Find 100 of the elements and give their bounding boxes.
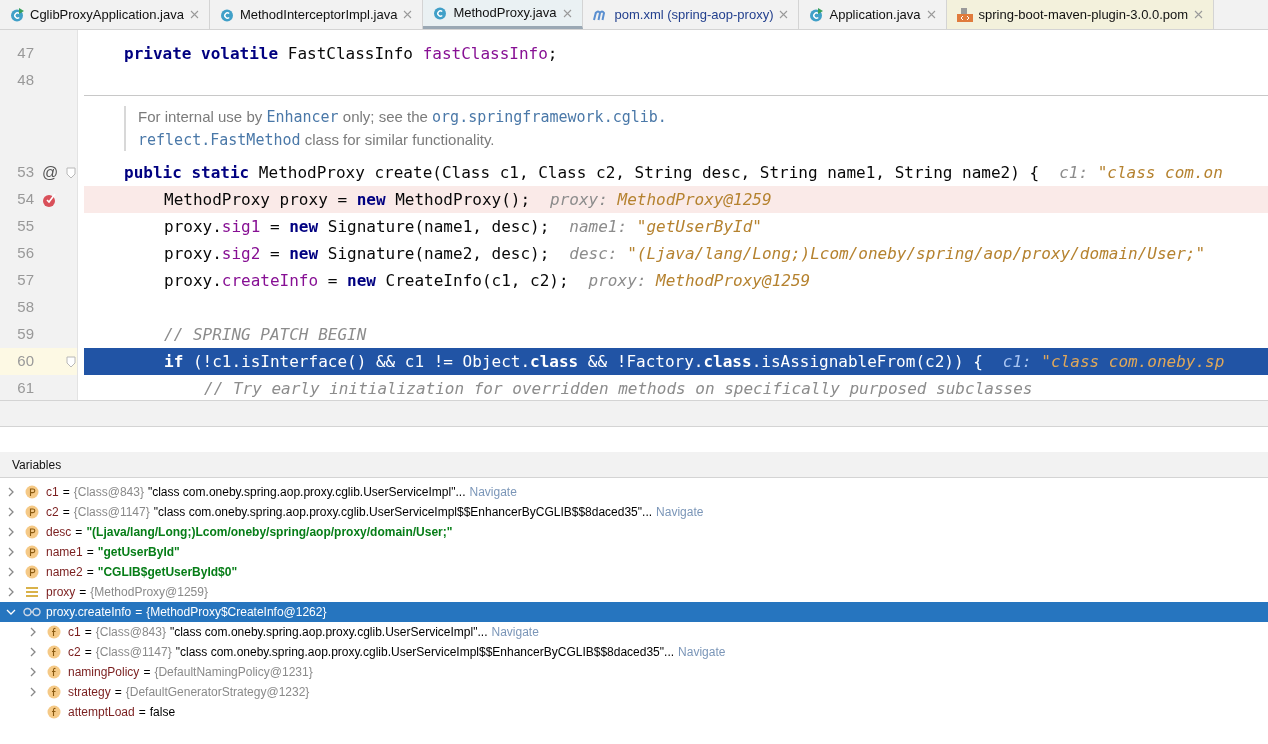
breakpoint-icon[interactable] xyxy=(42,191,58,208)
list-icon xyxy=(25,586,39,598)
equals-sign: = xyxy=(114,684,122,701)
variable-name: c2 xyxy=(46,504,59,521)
variable-name: desc xyxy=(46,524,72,541)
class-icon xyxy=(219,7,234,22)
line-number: 48 xyxy=(16,70,34,91)
line-number: 57 xyxy=(16,270,34,291)
tab-label: MethodProxy.java xyxy=(453,4,557,23)
editor-tab[interactable]: pom.xml (spring-aop-proxy) xyxy=(582,0,800,29)
glasses-icon xyxy=(23,607,41,617)
tab-label: pom.xml (spring-aop-proxy) xyxy=(614,5,774,24)
chevron-icon[interactable] xyxy=(6,527,16,537)
editor-tab[interactable]: MethodProxy.java xyxy=(423,0,583,29)
variable-value: "class com.oneby.spring.aop.proxy.cglib.UserServiceImpl"... xyxy=(169,624,488,641)
variable-name: proxy xyxy=(46,584,76,601)
doc-comment-line: For internal use by Enhancer only; see the org.springframework.cglib. xyxy=(138,107,667,128)
code-line: proxy.sig1 = new Signature(name1, desc); xyxy=(164,215,550,238)
equals-sign: = xyxy=(86,564,94,581)
editor-tab[interactable]: spring-boot-maven-plugin-3.0.0.pom xyxy=(946,0,1215,29)
variable-row[interactable]: strategy = {DefaultGeneratorStrategy@1232} xyxy=(0,682,1268,702)
doc-comment-line: reflect.FastMethod class for similar functionality. xyxy=(138,129,495,151)
editor-tab[interactable]: CglibProxyApplication.java xyxy=(0,0,210,29)
equals-sign: = xyxy=(75,524,83,541)
chevron-icon[interactable] xyxy=(6,487,16,497)
variable-row[interactable]: desc = "(Ljava/lang/Long;)Lcom/oneby/spring/aop/proxy/domain/User;" xyxy=(0,522,1268,542)
variable-row[interactable]: c1 = {Class@843} "class com.oneby.spring.aop.proxy.cglib.UserServiceImpl"... Navigate xyxy=(0,482,1268,502)
parameter-icon xyxy=(25,565,39,579)
field-icon xyxy=(47,665,61,679)
equals-sign: = xyxy=(62,484,70,501)
chevron-icon[interactable] xyxy=(6,607,16,617)
line-number: 60 xyxy=(16,351,34,372)
variable-name: namingPolicy xyxy=(68,664,140,681)
chevron-icon[interactable] xyxy=(6,547,16,557)
variable-value: "class com.oneby.spring.aop.proxy.cglib.UserServiceImpl$$EnhancerByCGLIB$$8daced35"... xyxy=(175,644,675,661)
override-marker[interactable]: @ xyxy=(41,164,59,181)
object-reference: {Class@1147} xyxy=(73,504,150,521)
parameter-icon xyxy=(25,525,39,539)
line-number: 54 xyxy=(16,189,34,210)
code-line: // SPRING PATCH BEGIN xyxy=(164,323,367,346)
field-icon xyxy=(47,625,61,639)
variable-value: "class com.oneby.spring.aop.proxy.cglib.UserServiceImpl$$EnhancerByCGLIB$$8daced35"... xyxy=(153,504,653,521)
variable-name: proxy.createInfo xyxy=(46,604,132,621)
chevron-icon[interactable] xyxy=(28,647,38,657)
equals-sign: = xyxy=(86,544,94,561)
inline-value-hint: desc: "(Ljava/lang/Long;)Lcom/oneby/spring/aop/proxy/domain/User;" xyxy=(569,242,1206,265)
line-number: 56 xyxy=(16,243,34,264)
variable-row[interactable]: name2 = "CGLIB$getUserById$0" xyxy=(0,562,1268,582)
equals-sign: = xyxy=(62,504,70,521)
close-icon[interactable] xyxy=(1194,10,1204,19)
variable-row[interactable]: namingPolicy = {DefaultNamingPolicy@1231} xyxy=(0,662,1268,682)
code-line: // Try early initialization for overridden methods on specifically purposed subclasses xyxy=(204,377,1033,400)
line-number: 55 xyxy=(16,216,34,237)
equals-sign: = xyxy=(79,584,87,601)
class-icon xyxy=(433,6,448,20)
equals-sign: = xyxy=(84,644,92,661)
equals-sign: = xyxy=(143,664,151,681)
code-line: private volatile FastClassInfo fastClassInfo; xyxy=(124,42,558,65)
close-icon[interactable] xyxy=(562,8,572,18)
field-icon xyxy=(47,685,61,699)
variable-name: c2 xyxy=(68,644,81,661)
variable-name: c1 xyxy=(68,624,81,641)
variable-row[interactable]: attemptLoad = false xyxy=(0,702,1268,722)
close-icon[interactable] xyxy=(779,10,789,19)
code-line: MethodProxy proxy = new MethodProxy(); xyxy=(164,188,531,211)
inline-value-hint: name1: "getUserById" xyxy=(569,215,762,238)
parameter-icon xyxy=(25,545,39,559)
line-number: 59 xyxy=(16,324,34,345)
variable-row[interactable]: c2 = {Class@1147} "class com.oneby.spring.aop.proxy.cglib.UserServiceImpl$$EnhancerByCGLIB$$8daced35"... Navigate xyxy=(0,642,1268,662)
variable-row[interactable]: c1 = {Class@843} "class com.oneby.spring.aop.proxy.cglib.UserServiceImpl"... Navigate xyxy=(0,622,1268,642)
fold-marker-icon[interactable] xyxy=(66,166,76,179)
object-reference: {Class@843} xyxy=(95,624,166,641)
close-icon[interactable] xyxy=(926,10,936,19)
editor-tab[interactable]: Application.java xyxy=(799,0,947,29)
variable-row[interactable]: c2 = {Class@1147} "class com.oneby.spring.aop.proxy.cglib.UserServiceImpl$$EnhancerByCGLIB$$8daced35"... Navigate xyxy=(0,502,1268,522)
close-icon[interactable] xyxy=(403,10,413,19)
line-number: 61 xyxy=(16,378,34,399)
equals-sign: = xyxy=(138,704,146,721)
variable-row[interactable]: name1 = "getUserById" xyxy=(0,542,1268,562)
variable-name: c1 xyxy=(46,484,59,501)
variable-value: "(Ljava/lang/Long;)Lcom/oneby/spring/aop/proxy/domain/User;" xyxy=(86,524,453,541)
object-reference: {MethodProxy@1259} xyxy=(90,584,208,601)
inline-value-hint: proxy: MethodProxy@1259 xyxy=(588,269,811,292)
variable-name: name1 xyxy=(46,544,83,561)
chevron-icon[interactable] xyxy=(28,687,38,697)
variable-value: "getUserById" xyxy=(97,544,180,561)
variable-row[interactable]: proxy.createInfo = {MethodProxy$CreateInfo@1262} xyxy=(0,602,1268,622)
chevron-icon[interactable] xyxy=(28,667,38,677)
chevron-icon[interactable] xyxy=(6,587,16,597)
chevron-icon[interactable] xyxy=(6,567,16,577)
fold-marker-icon[interactable] xyxy=(66,355,76,368)
variable-row[interactable]: proxy = {MethodProxy@1259} xyxy=(0,582,1268,602)
variable-value: "CGLIB$getUserById$0" xyxy=(97,564,238,581)
object-reference: {DefaultGeneratorStrategy@1232} xyxy=(125,684,310,701)
parameter-icon xyxy=(25,505,39,519)
chevron-icon[interactable] xyxy=(6,507,16,517)
close-icon[interactable] xyxy=(189,10,199,19)
line-number: 47 xyxy=(16,43,34,64)
chevron-icon[interactable] xyxy=(28,627,38,637)
panel-title: Variables xyxy=(12,456,62,474)
